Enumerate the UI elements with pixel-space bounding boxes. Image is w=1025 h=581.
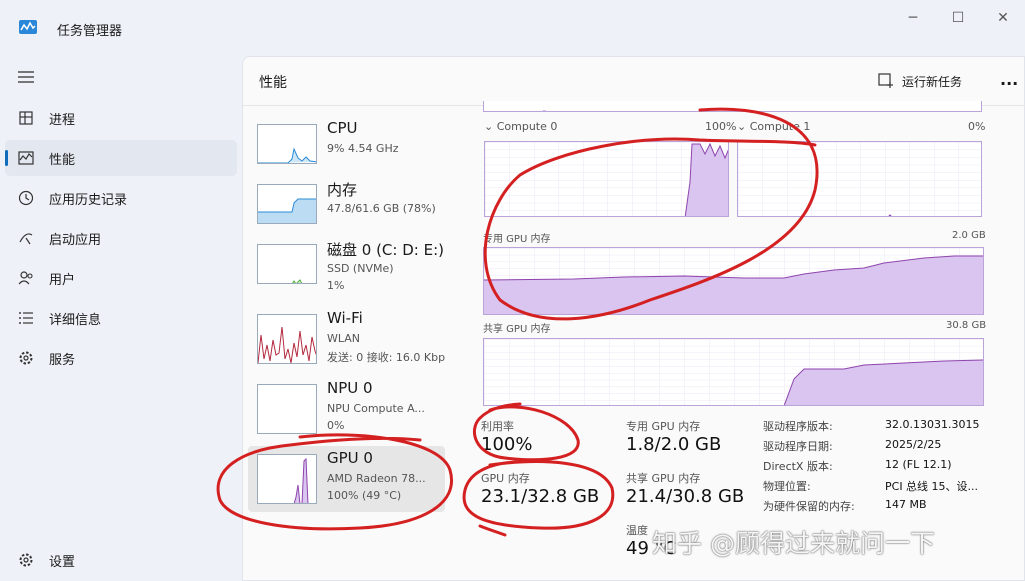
driver-date-key: 驱动程序日期: bbox=[763, 440, 833, 453]
device-detail: 47.8/61.6 GB (78%) bbox=[327, 202, 436, 215]
settings-gear-icon bbox=[19, 553, 33, 567]
device-detail: SSD (NVMe) bbox=[327, 262, 394, 275]
device-usage: 100% (49 °C) bbox=[327, 489, 402, 502]
cpu-thumbnail bbox=[257, 124, 317, 164]
nav-label: 用户 bbox=[49, 273, 76, 288]
maximize-button[interactable]: ☐ bbox=[948, 10, 968, 26]
dedicated-memory-label: 专用 GPU 内存 bbox=[626, 420, 701, 433]
temperature-label: 温度 bbox=[626, 524, 648, 537]
device-wifi[interactable]: Wi-Fi WLAN 发送: 0 接收: 16.0 Kbp bbox=[248, 306, 445, 372]
zhihu-watermark: 知乎 @顾得过来就问一下 bbox=[652, 529, 935, 558]
compute-1-label: ⌄ Compute 1 bbox=[737, 120, 811, 133]
dedicated-gpu-memory-max: 2.0 GB bbox=[952, 230, 986, 241]
shared-memory-label: 共享 GPU 内存 bbox=[626, 472, 701, 485]
disk-thumbnail bbox=[257, 244, 317, 284]
users-icon bbox=[18, 271, 33, 285]
wifi-thumbnail bbox=[257, 314, 317, 364]
device-name: NPU 0 bbox=[327, 379, 373, 397]
dedicated-gpu-memory-graph bbox=[483, 247, 984, 315]
gpu-memory-label: GPU 内存 bbox=[481, 472, 530, 485]
driver-version-key: 驱动程序版本: bbox=[763, 420, 833, 433]
compute-0-label: ⌄ Compute 0 bbox=[484, 120, 558, 133]
performance-icon bbox=[18, 151, 34, 165]
nav-startup[interactable]: 启动应用 bbox=[5, 220, 237, 256]
device-usage: 1% bbox=[327, 279, 345, 292]
minimize-button[interactable]: ─ bbox=[903, 10, 923, 26]
nav-performance[interactable]: 性能 bbox=[5, 140, 237, 176]
hamburger-menu-icon[interactable] bbox=[17, 70, 35, 84]
dedicated-gpu-memory-label: 专用 GPU 内存 bbox=[483, 234, 551, 245]
device-name: GPU 0 bbox=[327, 449, 373, 467]
device-cpu[interactable]: CPU 9% 4.54 GHz bbox=[248, 116, 445, 182]
shared-memory-value: 21.4/30.8 GB bbox=[626, 486, 745, 507]
nav-details[interactable]: 详细信息 bbox=[5, 300, 237, 336]
prior-engine-graph bbox=[483, 101, 982, 112]
device-usage: 发送: 0 接收: 16.0 Kbp bbox=[327, 351, 446, 364]
shared-gpu-memory-max: 30.8 GB bbox=[946, 320, 987, 331]
device-disk-0[interactable]: 磁盘 0 (C: D: E:) SSD (NVMe) 1% bbox=[248, 236, 445, 302]
settings-label: 设置 bbox=[49, 555, 76, 570]
nav-services[interactable]: 服务 bbox=[5, 340, 237, 376]
close-button[interactable]: ✕ bbox=[993, 10, 1013, 26]
directx-version-value: 12 (FL 12.1) bbox=[885, 458, 952, 471]
compute-1-graph bbox=[737, 141, 982, 217]
device-detail: AMD Radeon 78... bbox=[327, 472, 426, 485]
nav-label: 详细信息 bbox=[49, 313, 102, 328]
more-options-button[interactable]: ... bbox=[1000, 70, 1018, 89]
device-name: 磁盘 0 (C: D: E:) bbox=[327, 241, 444, 259]
nav-label: 启动应用 bbox=[49, 233, 102, 248]
nav-label: 进程 bbox=[49, 113, 76, 128]
performance-panel: 性能 运行新任务 ... CPU 9% 4.54 GHz 内存 47.8/61.… bbox=[242, 56, 1025, 581]
task-manager-logo-icon bbox=[19, 20, 37, 34]
app-history-icon bbox=[18, 190, 34, 206]
device-name: Wi-Fi bbox=[327, 309, 363, 327]
window-title: 任务管理器 bbox=[57, 24, 123, 39]
details-icon bbox=[19, 312, 33, 324]
memory-thumbnail bbox=[257, 184, 317, 224]
page-title: 性能 bbox=[259, 75, 287, 91]
directx-version-key: DirectX 版本: bbox=[763, 460, 833, 473]
utilization-value: 100% bbox=[481, 434, 533, 455]
shared-gpu-memory-label: 共享 GPU 内存 bbox=[483, 324, 551, 335]
device-name: CPU bbox=[327, 119, 358, 137]
shared-gpu-memory-graph bbox=[483, 338, 984, 406]
gpu-thumbnail bbox=[257, 454, 317, 504]
startup-icon bbox=[19, 233, 33, 245]
driver-date-value: 2025/2/25 bbox=[885, 438, 942, 451]
run-new-task-label: 运行新任务 bbox=[902, 75, 963, 89]
nav-processes[interactable]: 进程 bbox=[5, 100, 237, 136]
gpu-memory-value: 23.1/32.8 GB bbox=[481, 486, 600, 507]
device-memory[interactable]: 内存 47.8/61.6 GB (78%) bbox=[248, 176, 445, 242]
reserved-memory-value: 147 MB bbox=[885, 498, 927, 511]
device-usage: 0% bbox=[327, 419, 345, 432]
dedicated-memory-value: 1.8/2.0 GB bbox=[626, 434, 722, 455]
title-bar: 任务管理器 ─ ☐ ✕ bbox=[0, 0, 1025, 50]
utilization-label: 利用率 bbox=[481, 420, 514, 433]
device-detail: NPU Compute A... bbox=[327, 402, 425, 415]
reserved-memory-key: 为硬件保留的内存: bbox=[763, 500, 855, 513]
compute-1-percent: 0% bbox=[968, 120, 986, 133]
compute-0-percent: 100% bbox=[705, 120, 737, 133]
physical-location-value: PCI 总线 15、设... bbox=[885, 480, 979, 493]
device-detail: WLAN bbox=[327, 332, 361, 345]
nav-label: 应用历史记录 bbox=[49, 193, 128, 208]
nav-label: 服务 bbox=[49, 353, 76, 368]
compute-0-graph bbox=[484, 141, 729, 217]
npu-thumbnail bbox=[257, 384, 317, 434]
services-icon bbox=[19, 351, 33, 365]
device-detail: 9% 4.54 GHz bbox=[327, 142, 399, 155]
nav-app-history[interactable]: 应用历史记录 bbox=[5, 180, 237, 216]
nav-settings[interactable]: 设置 bbox=[5, 542, 237, 578]
device-name: 内存 bbox=[327, 181, 358, 199]
driver-version-value: 32.0.13031.3015 bbox=[885, 418, 980, 431]
device-npu-0[interactable]: NPU 0 NPU Compute A... 0% bbox=[248, 376, 445, 442]
nav-label: 性能 bbox=[49, 153, 76, 168]
run-task-icon bbox=[878, 73, 893, 88]
processes-icon bbox=[19, 111, 33, 125]
selection-indicator bbox=[5, 150, 8, 166]
device-gpu-0[interactable]: GPU 0 AMD Radeon 78... 100% (49 °C) bbox=[248, 446, 445, 512]
nav-users[interactable]: 用户 bbox=[5, 260, 237, 296]
physical-location-key: 物理位置: bbox=[763, 480, 811, 493]
